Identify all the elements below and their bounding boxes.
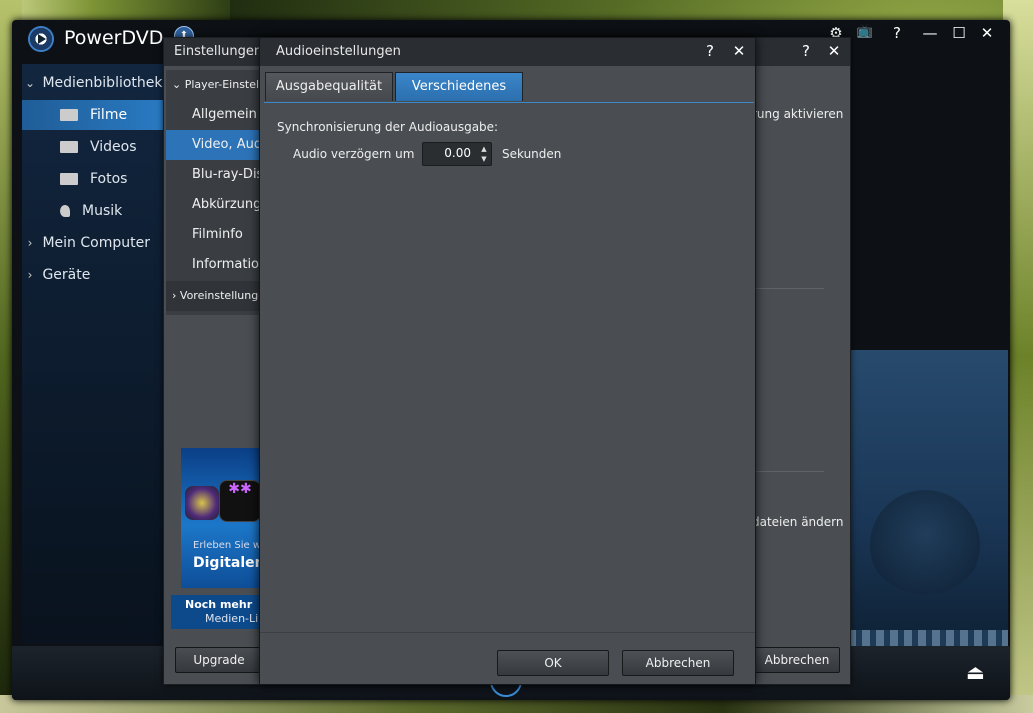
maximize-button[interactable]: ☐ bbox=[947, 24, 971, 42]
sidebar-item-musik[interactable]: Musik bbox=[22, 196, 167, 226]
settings-dialog-title: Einstellungen bbox=[174, 44, 263, 59]
decrement-arrow-icon[interactable]: ▼ bbox=[478, 154, 490, 164]
settings-close-button[interactable]: ✕ bbox=[824, 42, 844, 60]
promo-line1: Erleben Sie w bbox=[193, 540, 262, 551]
audio-title-bar: Audioeinstellungen ? ✕ bbox=[260, 38, 755, 66]
close-button[interactable]: ✕ bbox=[975, 24, 999, 42]
promo-strip-line2: Medien-Li bbox=[205, 612, 259, 625]
eject-icon[interactable]: ⏏ bbox=[966, 660, 985, 684]
audio-tabs: Ausgabequalität Verschiedenes bbox=[264, 72, 754, 103]
media-app-icon: ✱✱ bbox=[219, 480, 261, 522]
sync-section-label: Synchronisierung der Audioausgabe: bbox=[277, 120, 499, 134]
sidebar-item-label: Medienbibliothek bbox=[42, 75, 163, 91]
sidebar-item-medienbibliothek[interactable]: ⌄ Medienbibliothek bbox=[22, 68, 167, 98]
sidebar-item-mein-computer[interactable]: › Mein Computer bbox=[22, 228, 167, 258]
settings-help-button[interactable]: ? bbox=[796, 42, 816, 60]
increment-arrow-icon[interactable]: ▲ bbox=[478, 144, 490, 154]
delay-unit-label: Sekunden bbox=[502, 147, 562, 161]
media-sidebar: ⌄ Medienbibliothek Filme Videos Fotos Mu… bbox=[22, 64, 168, 644]
powerdvd-logo-icon bbox=[28, 26, 54, 52]
music-note-icon bbox=[60, 205, 70, 217]
video-camera-icon bbox=[60, 141, 78, 153]
tree-silhouette bbox=[870, 490, 980, 600]
sidebar-item-videos[interactable]: Videos bbox=[22, 132, 167, 162]
disc-app-icon bbox=[185, 486, 219, 520]
sidebar-item-fotos[interactable]: Fotos bbox=[22, 164, 167, 194]
divider bbox=[754, 288, 824, 289]
background-option-text: dateien ändern bbox=[752, 515, 844, 529]
sidebar-item-label: Mein Computer bbox=[42, 235, 150, 251]
chevron-down-icon: ⌄ bbox=[172, 78, 182, 91]
tab-ausgabequalitaet[interactable]: Ausgabequalität bbox=[265, 72, 393, 101]
ok-button[interactable]: OK bbox=[497, 650, 609, 676]
chevron-right-icon: › bbox=[27, 236, 33, 250]
photo-icon bbox=[60, 173, 78, 185]
audio-delay-stepper[interactable]: ▲ ▼ bbox=[422, 142, 492, 166]
audio-dialog-title: Audioeinstellungen bbox=[276, 44, 401, 59]
audio-close-button[interactable]: ✕ bbox=[729, 42, 749, 60]
sidebar-item-label: Fotos bbox=[90, 171, 128, 187]
promo-line2: Digitalen bbox=[193, 555, 265, 571]
sidebar-item-label: Geräte bbox=[42, 267, 91, 283]
cancel-button[interactable]: Abbrechen bbox=[622, 650, 734, 676]
audio-settings-dialog: Audioeinstellungen ? ✕ Ausgabequalität V… bbox=[259, 37, 756, 685]
tv-mode-icon[interactable]: 📺 bbox=[853, 24, 877, 39]
upgrade-button[interactable]: Upgrade bbox=[175, 647, 263, 673]
tab-verschiedenes[interactable]: Verschiedenes bbox=[395, 72, 523, 101]
sidebar-item-geraete[interactable]: › Geräte bbox=[22, 260, 167, 290]
sidebar-item-label: Musik bbox=[82, 203, 123, 219]
settings-cancel-button[interactable]: Abbrechen bbox=[754, 647, 840, 673]
audio-help-button[interactable]: ? bbox=[700, 42, 720, 60]
audio-delay-input[interactable] bbox=[425, 145, 471, 161]
divider bbox=[754, 471, 824, 472]
sidebar-item-filme[interactable]: Filme bbox=[22, 100, 167, 130]
sidebar-item-label: Filme bbox=[90, 107, 128, 123]
sidebar-item-label: Videos bbox=[90, 139, 137, 155]
help-button[interactable]: ? bbox=[885, 24, 909, 42]
promo-strip-line1: Noch mehr bbox=[185, 598, 253, 611]
delay-label: Audio verzögern um bbox=[293, 147, 415, 161]
film-icon bbox=[60, 109, 78, 121]
app-title: PowerDVD bbox=[64, 27, 164, 49]
minimize-button[interactable]: — bbox=[918, 24, 942, 42]
chevron-right-icon: › bbox=[172, 289, 177, 302]
background-option-text: rung aktivieren bbox=[752, 107, 844, 121]
chevron-down-icon: ⌄ bbox=[24, 76, 36, 90]
chevron-right-icon: › bbox=[27, 268, 33, 282]
